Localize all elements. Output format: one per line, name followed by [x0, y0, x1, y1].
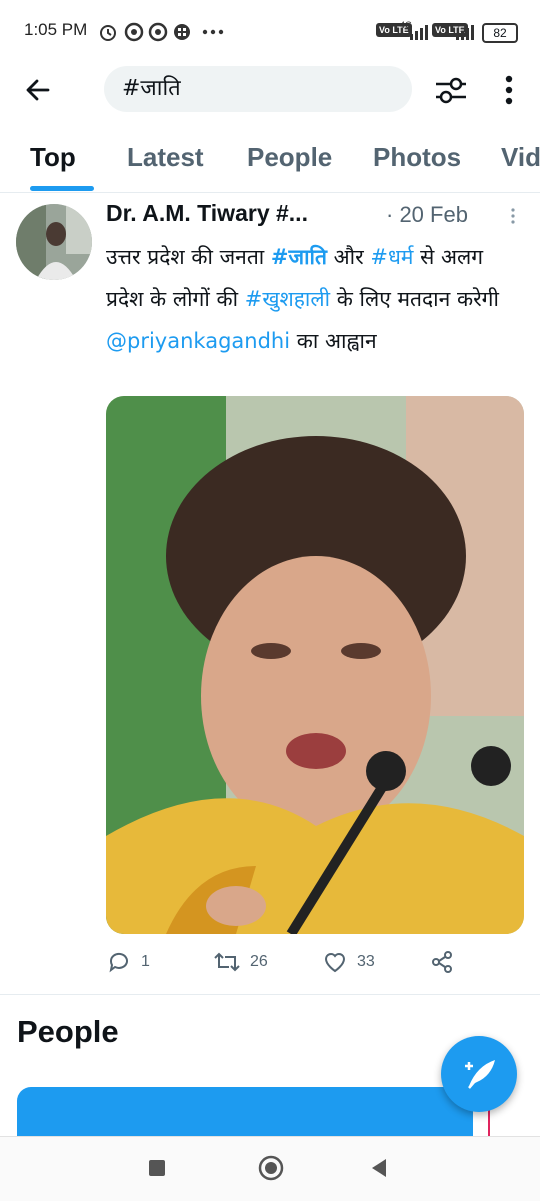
chrome-icon [124, 22, 144, 42]
recents-square-icon[interactable] [148, 1159, 166, 1177]
more-dots-icon [202, 29, 224, 35]
tab-people[interactable]: People [247, 142, 332, 173]
tweet-text: उत्तर प्रदेश की जनता #जाति और #धर्म से अ… [106, 236, 526, 362]
tweet-date: · 20 Feb [386, 202, 468, 227]
divider [0, 192, 540, 193]
status-time: 1:05 PM [24, 20, 88, 39]
tweet-text-segment: उत्तर प्रदेश की जनता [106, 245, 271, 269]
divider [0, 994, 540, 995]
tweet-text-segment: का आह्वान [290, 329, 377, 353]
status-bar: 1:05 PM Vo LTE 4G Vo LTE 82 [0, 0, 540, 60]
more-vertical-icon[interactable] [496, 72, 522, 108]
reply-icon [109, 952, 128, 973]
hashtag-link[interactable]: #धर्म [370, 245, 413, 269]
active-tab-indicator [30, 186, 94, 191]
retweet-icon [214, 952, 240, 972]
retweet-button[interactable]: 26 [214, 948, 268, 976]
compose-feather-icon [465, 1060, 495, 1089]
heart-icon [324, 953, 346, 973]
like-count: 33 [357, 953, 375, 970]
tweet-text-segment: के लिए मतदान करेगी [330, 287, 499, 311]
reply-count: 1 [141, 953, 150, 970]
alarm-icon [100, 25, 116, 41]
like-button[interactable]: 33 [323, 948, 375, 976]
card-edge [488, 1110, 490, 1136]
tab-latest[interactable]: Latest [127, 142, 204, 173]
retweet-count: 26 [250, 953, 268, 970]
reply-button[interactable]: 1 [107, 948, 150, 976]
avatar[interactable] [16, 204, 92, 280]
tab-videos[interactable]: Vid [501, 142, 540, 173]
signal-strength-icon [410, 22, 428, 40]
chrome-icon [148, 22, 168, 42]
tab-photos[interactable]: Photos [373, 142, 461, 173]
back-arrow-icon[interactable] [20, 72, 56, 108]
home-circle-icon[interactable] [258, 1155, 284, 1181]
tweet-author-name[interactable]: Dr. A.M. Tiwary #... [106, 200, 308, 227]
search-input[interactable]: #जाति [104, 66, 412, 112]
hashtag-link[interactable]: #जाति [271, 245, 327, 269]
app-icon [174, 24, 190, 40]
compose-tweet-button[interactable] [441, 1036, 517, 1112]
section-title: People [17, 1014, 119, 1049]
filter-icon[interactable] [430, 72, 472, 108]
mention-link[interactable]: @priyankagandhi [106, 329, 290, 353]
signal-strength-icon [456, 22, 474, 40]
system-nav-bar [0, 1136, 540, 1201]
tab-top[interactable]: Top [30, 142, 76, 173]
tweet-more-icon[interactable] [508, 206, 518, 226]
hashtag-link[interactable]: #खुशहाली [245, 287, 330, 311]
tweet-photo[interactable] [106, 396, 524, 934]
share-icon[interactable] [430, 950, 454, 974]
battery-indicator: 82 [482, 23, 518, 43]
tweet-text-segment: और [326, 245, 371, 269]
back-triangle-icon[interactable] [370, 1158, 388, 1178]
